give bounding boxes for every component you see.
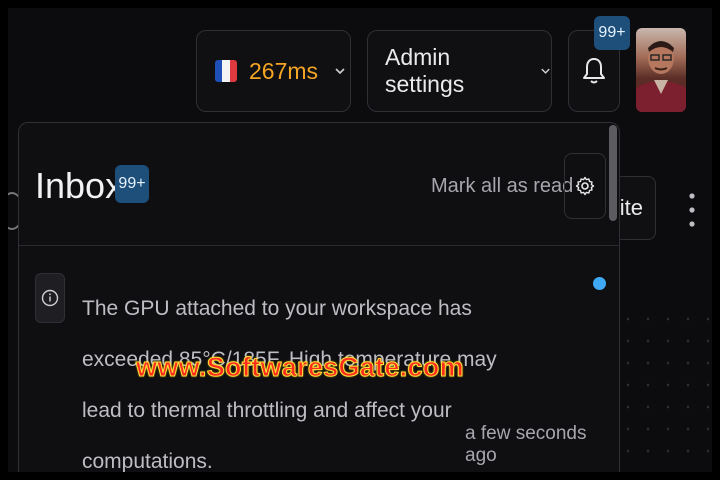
inbox-scrollbar[interactable]: [609, 125, 617, 221]
notification-count-badge: 99+: [594, 16, 630, 50]
dotted-background: [618, 308, 712, 468]
chevron-down-icon: [335, 68, 345, 75]
watermark-text: www.SoftwaresGate.com: [136, 352, 465, 383]
admin-settings-dropdown[interactable]: Admin settings: [367, 30, 552, 112]
app-window: 267ms Admin settings 99+ rite Inbox 99+ …: [8, 8, 712, 472]
info-icon: [35, 273, 65, 323]
user-avatar[interactable]: [636, 28, 686, 112]
mark-all-read-link[interactable]: Mark all as read: [431, 175, 573, 198]
gear-icon: [575, 176, 595, 196]
latency-value: 267ms: [249, 57, 319, 84]
admin-settings-label: Admin settings: [385, 44, 465, 97]
inbox-settings-button[interactable]: [564, 153, 606, 219]
unread-indicator: [593, 277, 606, 290]
avatar-portrait: [636, 41, 686, 112]
inbox-panel: Inbox 99+ Mark all as read The GPU attac…: [18, 122, 620, 472]
notification-timestamp: a few seconds ago: [465, 423, 587, 466]
inbox-title: Inbox: [35, 165, 124, 206]
inbox-count-badge: 99+: [115, 165, 149, 203]
region-latency-dropdown[interactable]: 267ms: [196, 30, 351, 112]
france-flag-icon: [215, 60, 237, 82]
chevron-down-icon: [541, 68, 550, 74]
more-options-icon[interactable]: [684, 190, 700, 230]
inbox-header-divider: [19, 245, 619, 246]
bell-icon: [583, 58, 605, 84]
